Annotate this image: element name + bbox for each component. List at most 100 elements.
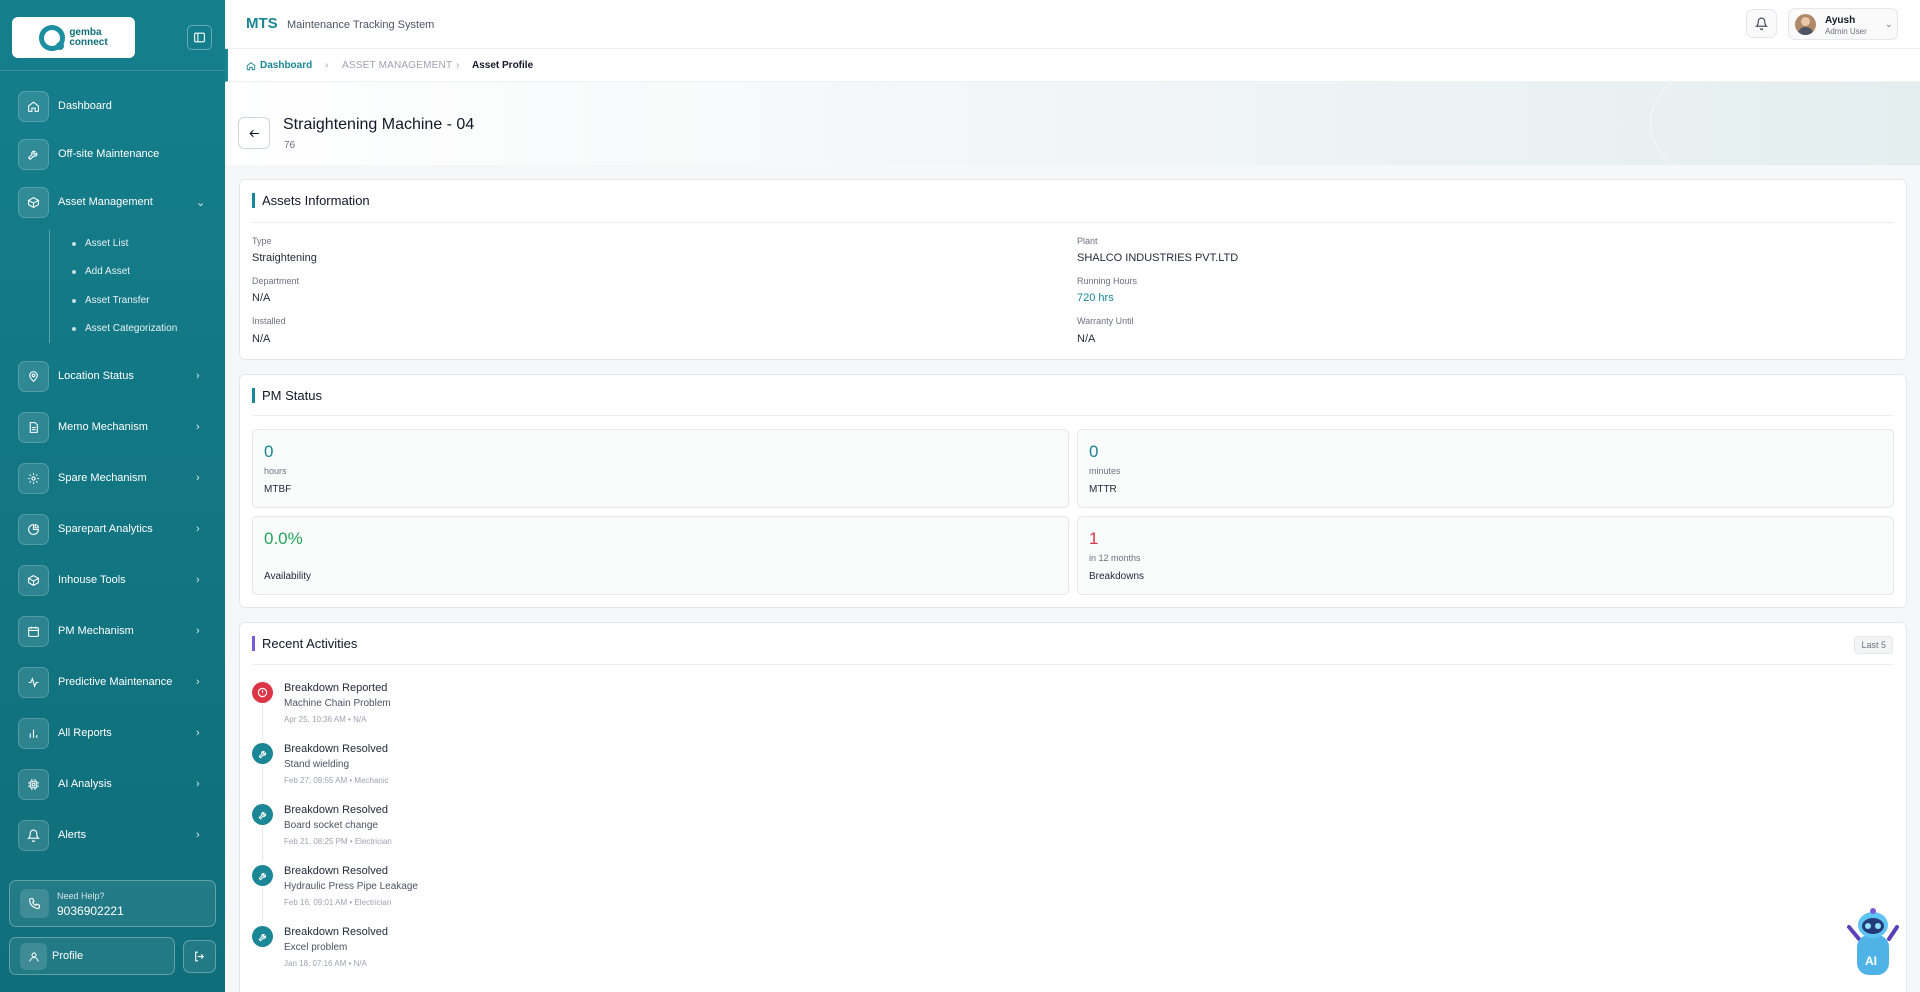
installed-label: Installed xyxy=(252,316,286,326)
sidebar-item-label: Dashboard xyxy=(58,100,112,112)
profile-button[interactable]: Profile xyxy=(9,937,175,975)
breadcrumb-home[interactable]: Dashboard xyxy=(246,60,312,71)
bullet-icon xyxy=(72,326,76,331)
mttr-metric: 0 minutes MTTR xyxy=(1077,429,1894,508)
submenu-item-label: Asset Categorization xyxy=(85,323,178,334)
breadcrumb-separator-icon: › xyxy=(456,60,460,71)
card-title: PM Status xyxy=(252,388,322,403)
activity-item[interactable]: Breakdown Resolved Stand wielding Feb 27… xyxy=(252,741,852,800)
chevron-down-icon: ⌄ xyxy=(196,196,206,209)
sidebar-item-label: PM Mechanism xyxy=(58,625,134,637)
user-role: Admin User xyxy=(1825,27,1867,36)
logo-text-line2: connect xyxy=(69,36,108,48)
sidebar-collapse-button[interactable] xyxy=(187,25,212,50)
home-icon xyxy=(246,61,256,70)
sidebar-item-label: AI Analysis xyxy=(58,778,112,790)
activity-meta: Feb 27, 09:55 AM • Mechanic xyxy=(284,776,389,785)
sidebar: gemba connect Dashboard Off-site Mainten… xyxy=(0,0,225,992)
wrench-icon xyxy=(18,138,49,170)
topbar: MTS Maintenance Tracking System Ayush Ad… xyxy=(225,0,1920,49)
wrench-icon xyxy=(252,743,273,764)
sidebar-toggle-icon xyxy=(194,32,205,43)
sidebar-item-offsite-maintenance[interactable]: Off-site Maintenance xyxy=(0,134,225,174)
timeline-line xyxy=(262,766,263,800)
running-hours-value: 720 hrs xyxy=(1077,292,1114,304)
sidebar-divider xyxy=(0,70,225,71)
back-button[interactable] xyxy=(238,117,270,149)
logo-text-line1: gemba xyxy=(69,26,102,38)
breadcrumb: Dashboard › ASSET MANAGEMENT › Asset Pro… xyxy=(225,49,1920,82)
breadcrumb-current: Asset Profile xyxy=(472,60,534,71)
pie-chart-icon xyxy=(18,513,49,545)
sidebar-item-predictive-maintenance[interactable]: Predictive Maintenance › xyxy=(0,662,225,702)
activity-title: Breakdown Resolved xyxy=(284,865,388,877)
activity-meta: Feb 16, 09:01 AM • Electrician xyxy=(284,898,392,907)
submenu-line xyxy=(49,230,50,343)
submenu-item-label: Asset Transfer xyxy=(85,295,150,306)
chevron-right-icon: › xyxy=(196,676,200,688)
chevron-right-icon: › xyxy=(196,421,200,433)
submenu-item-asset-transfer[interactable]: Asset Transfer xyxy=(72,295,149,306)
breakdowns-value: 1 xyxy=(1089,529,1099,548)
card-title: Recent Activities xyxy=(252,636,357,651)
ai-badge-label: AI xyxy=(1865,954,1877,968)
bell-icon xyxy=(18,819,49,851)
chevron-right-icon: › xyxy=(196,778,200,790)
ai-assistant-button[interactable]: AI xyxy=(1843,905,1903,980)
sidebar-item-sparepart-analytics[interactable]: Sparepart Analytics › xyxy=(0,509,225,549)
asset-id: 76 xyxy=(284,140,296,151)
submenu-item-asset-categorization[interactable]: Asset Categorization xyxy=(72,323,177,334)
robot-icon xyxy=(1847,908,1899,975)
help-box[interactable]: Need Help? 9036902221 xyxy=(9,880,216,927)
user-menu[interactable]: Ayush Admin User ⌄ xyxy=(1788,8,1898,40)
department-label: Department xyxy=(252,276,300,286)
logout-button[interactable] xyxy=(183,940,216,973)
wrench-icon xyxy=(252,804,273,825)
sidebar-item-spare-mechanism[interactable]: Spare Mechanism › xyxy=(0,458,225,498)
activity-description: Stand wielding xyxy=(284,759,350,770)
activity-meta: Feb 21, 08:25 PM • Electrician xyxy=(284,837,392,846)
breakdowns-metric: 1 in 12 months Breakdowns xyxy=(1077,516,1894,595)
logo-mark-icon xyxy=(39,24,66,51)
activity-item[interactable]: Breakdown Resolved Hydraulic Press Pipe … xyxy=(252,863,852,922)
user-name: Ayush xyxy=(1825,15,1856,26)
box-icon xyxy=(18,564,49,596)
sidebar-item-label: Sparepart Analytics xyxy=(58,523,153,535)
home-icon xyxy=(18,90,49,122)
mtbf-unit: hours xyxy=(264,466,287,476)
type-value: Straightening xyxy=(252,252,317,264)
sidebar-item-label: Memo Mechanism xyxy=(58,421,148,433)
submenu-item-asset-list[interactable]: Asset List xyxy=(72,238,128,249)
sidebar-item-pm-mechanism[interactable]: PM Mechanism › xyxy=(0,611,225,651)
sidebar-item-inhouse-tools[interactable]: Inhouse Tools › xyxy=(0,560,225,600)
chevron-right-icon: › xyxy=(196,370,200,382)
activity-item[interactable]: Breakdown Reported Machine Chain Problem… xyxy=(252,680,852,739)
submenu-item-add-asset[interactable]: Add Asset xyxy=(72,266,130,277)
sidebar-item-label: Spare Mechanism xyxy=(58,472,147,484)
sidebar-item-asset-management[interactable]: Asset Management ⌄ xyxy=(0,182,225,222)
bar-chart-icon xyxy=(18,717,49,749)
activity-meta: Jan 18, 07:16 AM • N/A xyxy=(284,959,367,968)
sidebar-item-alerts[interactable]: Alerts › xyxy=(0,815,225,855)
avatar xyxy=(1795,14,1816,35)
activity-description: Machine Chain Problem xyxy=(284,698,391,709)
chevron-right-icon: › xyxy=(196,625,200,637)
chevron-right-icon: › xyxy=(196,829,200,841)
submenu-item-label: Add Asset xyxy=(85,266,131,277)
sidebar-item-ai-analysis[interactable]: AI Analysis › xyxy=(0,764,225,804)
alert-circle-icon xyxy=(252,682,273,703)
breadcrumb-section[interactable]: ASSET MANAGEMENT xyxy=(342,60,452,71)
bullet-icon xyxy=(72,241,76,246)
sidebar-item-label: All Reports xyxy=(58,727,112,739)
sidebar-item-location-status[interactable]: Location Status › xyxy=(0,356,225,396)
logo[interactable]: gemba connect xyxy=(12,17,135,58)
breakdowns-unit: in 12 months xyxy=(1089,553,1141,563)
activity-item[interactable]: Breakdown Resolved Board socket change F… xyxy=(252,802,852,861)
submenu-item-label: Asset List xyxy=(85,238,129,249)
activity-item[interactable]: Breakdown Resolved Excel problem Jan 18,… xyxy=(252,924,852,980)
sidebar-item-memo-mechanism[interactable]: Memo Mechanism › xyxy=(0,407,225,447)
sidebar-item-all-reports[interactable]: All Reports › xyxy=(0,713,225,753)
sidebar-item-dashboard[interactable]: Dashboard xyxy=(0,86,225,126)
notifications-button[interactable] xyxy=(1746,9,1777,38)
bell-icon xyxy=(1755,17,1768,30)
